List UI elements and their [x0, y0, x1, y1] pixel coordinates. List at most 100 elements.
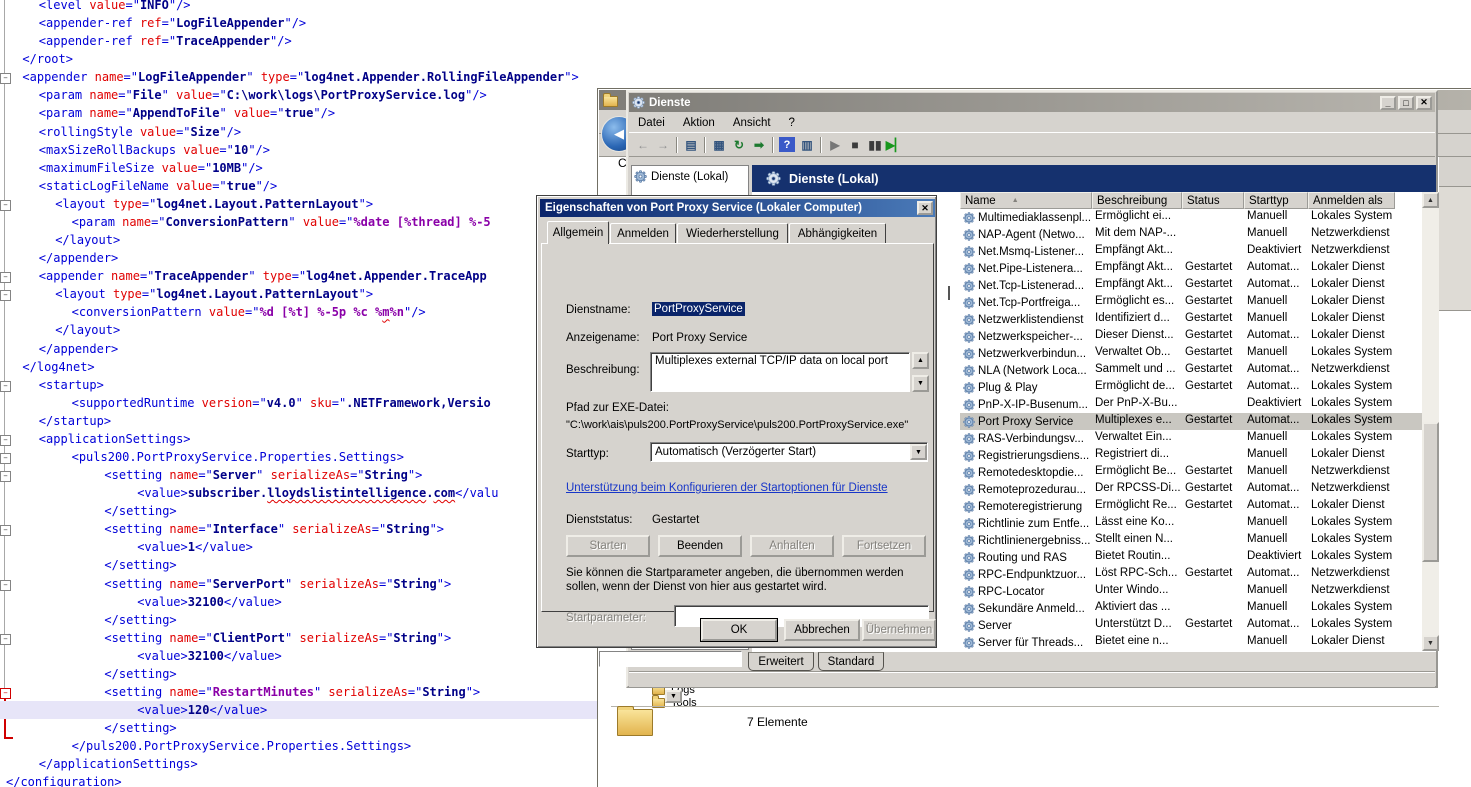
folder-icon — [603, 96, 618, 107]
service-name-cell: NLA (Network Loca... — [960, 362, 1092, 379]
fold-toggle[interactable]: − — [0, 580, 11, 591]
show-console-tree-icon[interactable]: ▤ — [681, 136, 701, 154]
description-scroll-down-button[interactable]: ▼ — [912, 375, 929, 392]
tree-item-dienste-lokal[interactable]: Dienste (Lokal) — [632, 166, 748, 187]
table-row[interactable]: Netzwerkverbindun...Verwaltet Ob...Gesta… — [960, 345, 1422, 362]
table-row[interactable]: Port Proxy ServiceMultiplexes e...Gestar… — [960, 413, 1422, 430]
menu-item-datei[interactable]: Datei — [629, 117, 674, 129]
extended-view-icon[interactable]: ▥ — [797, 136, 817, 154]
properties-dialog: Eigenschaften von Port Proxy Service (Lo… — [536, 195, 937, 648]
scrollbar-thumb[interactable] — [1422, 422, 1439, 562]
table-row[interactable]: Net.Pipe-Listenera...Empfängt Akt...Gest… — [960, 260, 1422, 277]
tab-abhangigkeiten[interactable]: Abhängigkeiten — [789, 223, 886, 243]
service-description-cell: Registriert di... — [1092, 447, 1182, 464]
table-row[interactable]: RPC-LocatorUnter Windo...ManuellNetzwerk… — [960, 583, 1422, 600]
column-header-name[interactable]: Name▲ — [960, 192, 1092, 209]
tab-anmelden[interactable]: Anmelden — [610, 223, 676, 243]
fold-toggle[interactable]: − — [0, 435, 11, 446]
ok-button[interactable]: OK — [701, 619, 777, 641]
abbrechen-button[interactable]: Abbrechen — [784, 619, 860, 641]
fold-toggle[interactable]: − — [0, 200, 11, 211]
properties-icon[interactable]: ▦ — [709, 136, 729, 154]
tab-allgemein[interactable]: Allgemein — [547, 221, 609, 244]
scroll-down-button[interactable]: ▼ — [1422, 635, 1439, 651]
fold-toggle[interactable]: − — [0, 525, 11, 536]
fold-toggle[interactable]: − — [0, 688, 11, 699]
maximize-button[interactable]: □ — [1398, 96, 1414, 110]
fold-toggle[interactable]: − — [0, 290, 11, 301]
column-header-anmelden-als[interactable]: Anmelden als — [1308, 192, 1395, 209]
column-header-starttyp[interactable]: Starttyp — [1244, 192, 1308, 209]
service-name-value[interactable]: PortProxyService — [652, 302, 745, 316]
services-titlebar[interactable]: Dienste _ □ ✕ — [629, 93, 1435, 112]
refresh-icon[interactable]: ↻ — [729, 136, 749, 154]
service-startup-cell: Deaktiviert — [1244, 549, 1308, 566]
table-row[interactable]: RAS-Verbindungsv...Verwaltet Ein...Manue… — [960, 430, 1422, 447]
pane-splitter[interactable] — [948, 286, 950, 300]
help-icon[interactable]: ? — [779, 137, 795, 152]
description-textbox[interactable]: Multiplexes external TCP/IP data on loca… — [650, 352, 910, 392]
table-row[interactable]: Plug & PlayErmöglicht de...GestartetAuto… — [960, 379, 1422, 396]
table-row[interactable]: Richtlinie zum Entfe...Lässt eine Ko...M… — [960, 515, 1422, 532]
fold-toggle[interactable]: − — [0, 381, 11, 392]
table-row[interactable]: Richtlinienergebniss...Stellt einen N...… — [960, 532, 1422, 549]
table-row[interactable]: Routing und RASBietet Routin...Deaktivie… — [960, 549, 1422, 566]
service-startup-cell: Manuell — [1244, 515, 1308, 532]
chevron-down-icon[interactable]: ▼ — [910, 444, 927, 460]
tab-standard[interactable]: Standard — [818, 652, 884, 671]
description-scroll-up-button[interactable]: ▲ — [912, 352, 929, 369]
table-row[interactable]: NLA (Network Loca...Sammelt und ...Gesta… — [960, 362, 1422, 379]
table-row[interactable]: Remotedesktopdie...Ermöglicht Be...Gesta… — [960, 464, 1422, 481]
fold-toggle[interactable]: − — [0, 453, 11, 464]
back-icon[interactable]: ← — [633, 136, 653, 154]
close-button[interactable]: ✕ — [1416, 96, 1432, 110]
filename-dropdown-button[interactable]: ▼ — [665, 690, 682, 703]
pause-service-icon[interactable]: ▮▮ — [865, 136, 885, 154]
table-row[interactable]: Net.Msmq-Listener...Empfängt Akt...Deakt… — [960, 243, 1422, 260]
start-service-icon[interactable]: ▶ — [825, 136, 845, 154]
fold-toggle[interactable]: − — [0, 272, 11, 283]
startup-type-combobox[interactable]: Automatisch (Verzögerter Start) ▼ — [650, 442, 928, 462]
filename-field[interactable] — [599, 651, 742, 667]
table-row[interactable]: PnP-X-IP-Busenum...Der PnP-X-Bu...Deakti… — [960, 396, 1422, 413]
table-row[interactable]: NetzwerklistendienstIdentifiziert d...Ge… — [960, 311, 1422, 328]
column-header-beschreibung[interactable]: Beschreibung — [1092, 192, 1182, 209]
dialog-titlebar[interactable]: Eigenschaften von Port Proxy Service (Lo… — [540, 199, 935, 217]
menu-item-ansicht[interactable]: Ansicht — [724, 117, 780, 129]
fold-toggle[interactable]: − — [0, 471, 11, 482]
export-list-icon[interactable]: ➡ — [749, 136, 769, 154]
menu-item-help[interactable]: ? — [780, 117, 804, 129]
table-row[interactable]: Sekundäre Anmeld...Aktiviert das ...Manu… — [960, 600, 1422, 617]
table-row[interactable]: RPC-Endpunktzuor...Löst RPC-Sch...Gestar… — [960, 566, 1422, 583]
column-header-status[interactable]: Status — [1182, 192, 1244, 209]
tab-erweitert[interactable]: Erweitert — [748, 652, 814, 671]
service-startup-cell: Manuell — [1244, 634, 1308, 651]
restart-service-icon[interactable]: ▶▏ — [885, 136, 905, 154]
scroll-up-button[interactable]: ▲ — [1422, 192, 1439, 208]
table-row[interactable]: ServerUnterstützt D...GestartetAutomat..… — [960, 617, 1422, 634]
fold-toggle[interactable]: − — [0, 73, 11, 84]
beenden-button[interactable]: Beenden — [658, 535, 742, 557]
service-startup-cell: Manuell — [1244, 311, 1308, 328]
forward-icon[interactable]: → — [653, 136, 673, 154]
table-row[interactable]: Server für Threads...Bietet eine n...Man… — [960, 634, 1422, 651]
fold-toggle[interactable]: − — [0, 634, 11, 645]
menu-item-aktion[interactable]: Aktion — [674, 117, 724, 129]
table-row[interactable]: Netzwerkspeicher-...Dieser Dienst...Gest… — [960, 328, 1422, 345]
table-row[interactable]: Registrierungsdiens...Registriert di...M… — [960, 447, 1422, 464]
table-row[interactable]: Multimediaklassenpl...Ermöglicht ei...Ma… — [960, 209, 1422, 226]
folder-icon-large — [617, 709, 653, 736]
display-name-value: Port Proxy Service — [652, 332, 747, 344]
table-row[interactable]: Net.Tcp-Portfreiga...Ermöglicht es...Ges… — [960, 294, 1422, 311]
startup-options-help-link[interactable]: Unterstützung beim Konfigurieren der Sta… — [566, 482, 888, 494]
stop-service-icon[interactable]: ■ — [845, 136, 865, 154]
table-row[interactable]: RemoteregistrierungErmöglicht Re...Gesta… — [960, 498, 1422, 515]
table-row[interactable]: Net.Tcp-Listenerad...Empfängt Akt...Gest… — [960, 277, 1422, 294]
minimize-button[interactable]: _ — [1380, 96, 1396, 110]
tab-wiederherstellung[interactable]: Wiederherstellung — [677, 223, 788, 243]
table-row[interactable]: NAP-Agent (Netwo...Mit dem NAP-...Manuel… — [960, 226, 1422, 243]
close-icon[interactable]: ✕ — [917, 201, 933, 215]
vertical-scrollbar[interactable]: ▲ ▼ — [1422, 192, 1439, 651]
table-row[interactable]: Remoteprozedurau...Der RPCSS-Di...Gestar… — [960, 481, 1422, 498]
service-name-cell: RPC-Locator — [960, 583, 1092, 600]
